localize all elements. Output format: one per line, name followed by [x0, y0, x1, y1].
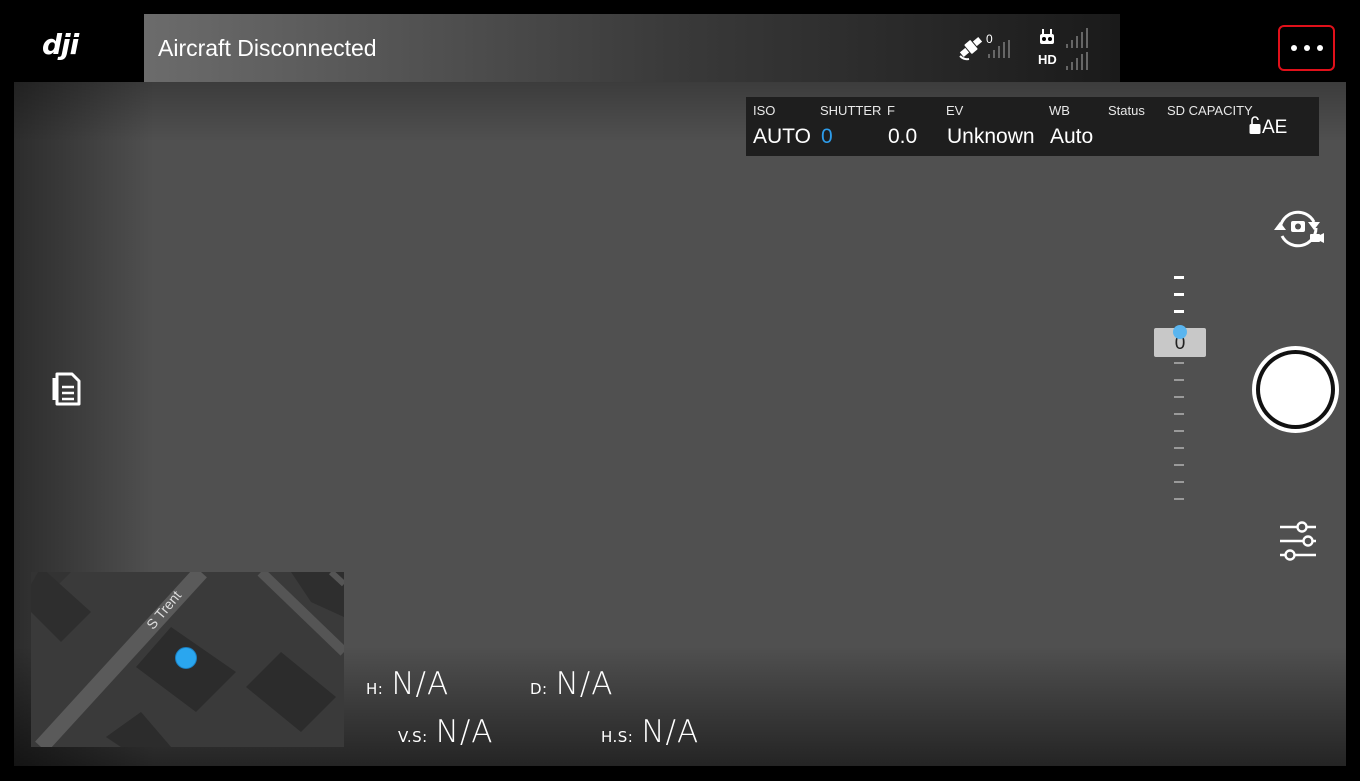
shutter-button[interactable] [1252, 346, 1339, 433]
mini-map[interactable]: S Trent [31, 572, 344, 747]
remote-controller-icon [1040, 29, 1054, 44]
camera-view: dji Aircraft Disconnected 0 HD ISO AUTO … [14, 14, 1346, 766]
more-options-button[interactable] [1278, 25, 1335, 71]
wb-value: Auto [1050, 125, 1094, 148]
top-bar: dji Aircraft Disconnected 0 HD [14, 14, 1346, 82]
ev-label: EV [946, 103, 964, 118]
shutter-label: SHUTTER [820, 103, 882, 118]
hd-label: HD [1038, 52, 1057, 67]
f-label: F [887, 103, 895, 118]
shutter-value: 0 [821, 125, 833, 148]
dji-logo[interactable]: dji [42, 28, 79, 61]
logo-box: dji [14, 14, 144, 82]
vertical-speed-label: V.S: [398, 728, 428, 746]
distance-label: D: [530, 680, 548, 698]
aircraft-location-dot [175, 647, 197, 669]
exposure-indicator-dot[interactable] [1173, 325, 1187, 339]
more-dots-icon [1303, 45, 1310, 51]
f-value: 0.0 [888, 125, 918, 148]
iso-label: ISO [753, 103, 776, 118]
vertical-speed-readout: V.S: N/A [398, 714, 494, 750]
height-label: H: [366, 680, 384, 698]
more-dots-icon [1290, 45, 1297, 51]
satellite-icon [959, 36, 983, 61]
height-readout: H: N/A [366, 666, 449, 702]
height-value: N/A [391, 666, 450, 702]
ae-lock-label[interactable]: AE [1262, 117, 1287, 139]
status-label: Status [1108, 103, 1145, 118]
camera-switch-icon[interactable] [1270, 204, 1326, 254]
rc-signal-bars [1066, 28, 1088, 48]
ev-value: Unknown [947, 125, 1035, 148]
exposure-compensation-ruler[interactable] [1170, 272, 1190, 512]
iso-value: AUTO [753, 125, 811, 148]
aircraft-status-text[interactable]: Aircraft Disconnected [158, 35, 377, 62]
gps-signal-bars [988, 40, 1010, 58]
horizontal-speed-value: N/A [641, 714, 700, 750]
lock-icon[interactable] [1249, 115, 1261, 135]
more-dots-icon [1316, 45, 1323, 51]
distance-readout: D: N/A [530, 666, 613, 702]
camera-settings-icon[interactable] [1276, 519, 1320, 563]
vertical-speed-value: N/A [435, 714, 494, 750]
checklist-icon[interactable] [50, 370, 84, 408]
hd-signal-bars [1066, 52, 1088, 70]
wb-label: WB [1049, 103, 1070, 118]
video-link-status[interactable]: HD [1034, 28, 1104, 72]
sd-capacity-label: SD CAPACITY [1167, 103, 1253, 118]
horizontal-speed-label: H.S: [601, 728, 634, 746]
distance-value: N/A [555, 666, 614, 702]
gps-status[interactable]: 0 [956, 32, 1016, 66]
horizontal-speed-readout: H.S: N/A [601, 714, 699, 750]
camera-settings-bar[interactable]: ISO AUTO SHUTTER 0 F 0.0 EV Unknown WB A… [746, 97, 1319, 156]
